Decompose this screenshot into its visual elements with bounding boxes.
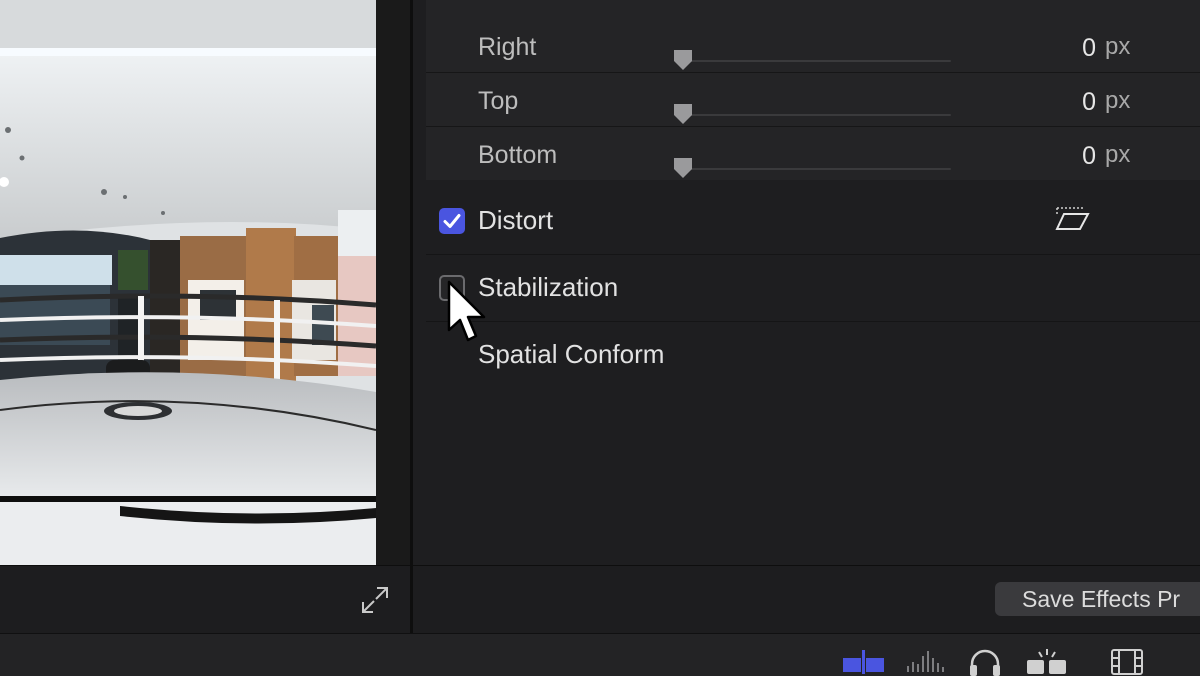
- checkmark-icon: [443, 214, 461, 228]
- video-inspector: Right 0 px Top 0 px Bottom 0 px Distort …: [413, 0, 1200, 565]
- param-value[interactable]: 0: [1036, 142, 1096, 171]
- spatial-conform-label: Spatial Conform: [478, 339, 665, 369]
- slider-knob[interactable]: [673, 49, 693, 71]
- param-label: Right: [478, 33, 537, 61]
- crop-right-row: Right 0 px: [426, 19, 1200, 73]
- viewer-panel: [0, 0, 410, 565]
- distort-label: Distort: [478, 205, 554, 235]
- crop-top-row: Top 0 px: [426, 73, 1200, 127]
- crop-parameters: Right 0 px Top 0 px Bottom 0 px: [426, 0, 1200, 180]
- distort-checkbox[interactable]: [439, 208, 465, 234]
- param-unit: px: [1105, 141, 1131, 168]
- filmstrip-icon[interactable]: [1110, 648, 1144, 676]
- slider-track[interactable]: [676, 114, 951, 116]
- param-label: Top: [478, 87, 519, 115]
- save-effects-preset-button[interactable]: Save Effects Pr: [995, 582, 1200, 616]
- viewer-preview-image[interactable]: [0, 0, 376, 565]
- expand-icon: [362, 587, 388, 613]
- param-value[interactable]: 0: [1036, 88, 1096, 117]
- spatial-conform-section[interactable]: Spatial Conform: [426, 322, 1200, 388]
- stabilization-checkbox[interactable]: [439, 275, 465, 301]
- preview-frame-graphic: [0, 0, 376, 565]
- audio-meters-icon[interactable]: [905, 648, 947, 674]
- stabilization-section[interactable]: Stabilization: [426, 255, 1200, 322]
- stabilization-label: Stabilization: [478, 272, 619, 302]
- param-unit: px: [1105, 87, 1131, 114]
- effects-browser-icon[interactable]: [1025, 648, 1069, 676]
- slider-knob[interactable]: [673, 157, 693, 179]
- slider-track[interactable]: [676, 60, 951, 62]
- viewer-footer: [0, 565, 410, 634]
- fullscreen-button[interactable]: [358, 583, 392, 617]
- param-value[interactable]: 0: [1036, 34, 1096, 63]
- slider-track[interactable]: [676, 168, 951, 170]
- crop-bottom-row: Bottom 0 px: [426, 127, 1200, 180]
- bottom-toolbar: [0, 633, 1200, 676]
- param-label: Bottom: [478, 141, 558, 169]
- video-scopes-icon[interactable]: [842, 648, 886, 674]
- distort-onscreen-control-icon[interactable]: [1054, 204, 1090, 234]
- slider-knob[interactable]: [673, 103, 693, 125]
- distort-section[interactable]: Distort: [426, 188, 1200, 255]
- param-unit: px: [1105, 33, 1131, 60]
- headphones-icon[interactable]: [968, 648, 1002, 676]
